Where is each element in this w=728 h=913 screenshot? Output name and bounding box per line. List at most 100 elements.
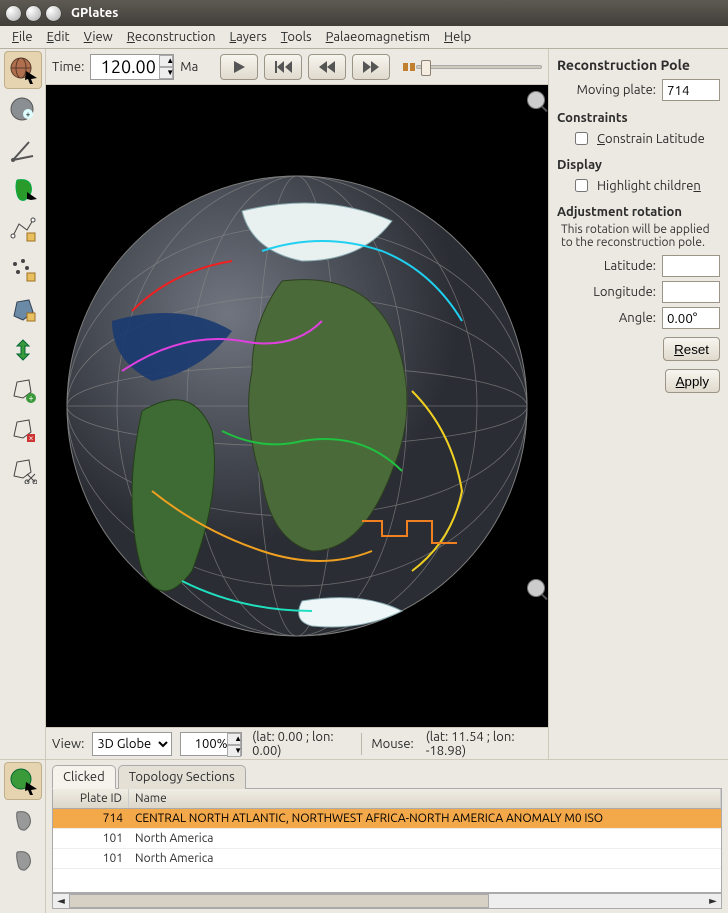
moving-plate-input[interactable] bbox=[662, 79, 720, 101]
cell-plate-id: 714 bbox=[53, 809, 129, 828]
menu-edit[interactable]: Edit bbox=[41, 28, 76, 46]
polygon-move-icon bbox=[9, 296, 37, 324]
menu-view[interactable]: View bbox=[78, 28, 119, 46]
step-forward-icon bbox=[362, 60, 380, 74]
adjustment-heading: Adjustment rotation bbox=[557, 205, 720, 219]
time-label: Time: bbox=[52, 60, 84, 74]
svg-text:+: + bbox=[28, 393, 33, 403]
tool-hand-globe[interactable]: + bbox=[4, 91, 42, 129]
rewind-button[interactable] bbox=[264, 54, 302, 80]
tool-multipoint-edit[interactable] bbox=[4, 251, 42, 289]
tab-clicked[interactable]: Clicked bbox=[52, 765, 116, 789]
slider-thumb[interactable] bbox=[421, 60, 431, 76]
scroll-thumb[interactable] bbox=[69, 894, 489, 908]
time-spin-up[interactable]: ▲ bbox=[159, 55, 173, 67]
tabbar: Clicked Topology Sections bbox=[52, 764, 722, 789]
tool-column: + + × bbox=[0, 49, 46, 759]
zoom-spin-up[interactable]: ▲ bbox=[227, 733, 241, 745]
slider-track[interactable] bbox=[416, 65, 542, 69]
menu-help[interactable]: Help bbox=[438, 28, 477, 46]
view-mode-select[interactable]: 3D Globe bbox=[92, 732, 172, 756]
minimize-icon[interactable] bbox=[26, 6, 41, 21]
constrain-latitude-label: Constrain Latitude bbox=[597, 132, 705, 146]
tool-polygon-delete[interactable]: × bbox=[4, 411, 42, 449]
angle-input[interactable] bbox=[662, 307, 720, 329]
col-name[interactable]: Name bbox=[129, 789, 721, 808]
bottom-panel: Clicked Topology Sections Plate ID Name … bbox=[0, 759, 728, 913]
reset-button[interactable]: Reset bbox=[663, 337, 720, 361]
cell-plate-id: 101 bbox=[53, 829, 129, 848]
cell-name: CENTRAL NORTH ATLANTIC, NORTHWEST AFRICA… bbox=[129, 809, 721, 828]
tool-africa-grey-1[interactable] bbox=[4, 802, 42, 840]
time-slider[interactable] bbox=[396, 60, 542, 74]
tool-africa-add[interactable] bbox=[4, 171, 42, 209]
cell-name: North America bbox=[129, 849, 721, 868]
compass-icon bbox=[9, 136, 37, 164]
separator bbox=[361, 733, 362, 755]
zoom-spinbox[interactable]: ▲ ▼ bbox=[180, 732, 242, 756]
table-row[interactable]: 714 CENTRAL NORTH ATLANTIC, NORTHWEST AF… bbox=[53, 809, 721, 829]
latitude-input[interactable] bbox=[662, 255, 720, 277]
zoom-spin-down[interactable]: ▼ bbox=[227, 745, 241, 757]
multipoint-icon bbox=[9, 256, 37, 284]
time-spinbox[interactable]: ▲ ▼ bbox=[90, 54, 174, 80]
zoom-in-icon[interactable] bbox=[527, 91, 545, 109]
col-plate-id[interactable]: Plate ID bbox=[53, 789, 129, 808]
time-spin-down[interactable]: ▼ bbox=[159, 67, 173, 79]
tool-globe-select[interactable] bbox=[4, 762, 42, 800]
time-unit: Ma bbox=[180, 60, 198, 74]
highlight-children-checkbox[interactable] bbox=[575, 179, 588, 192]
scroll-left-icon[interactable]: ◄ bbox=[53, 895, 69, 907]
arrows-icon bbox=[9, 336, 37, 364]
constrain-latitude-checkbox[interactable] bbox=[575, 132, 588, 145]
tool-compass[interactable] bbox=[4, 131, 42, 169]
polygon-cut-icon bbox=[9, 456, 37, 484]
polygon-delete-icon: × bbox=[9, 416, 37, 444]
tab-topology-sections[interactable]: Topology Sections bbox=[118, 765, 246, 789]
globe-render bbox=[62, 171, 532, 641]
window-buttons bbox=[6, 6, 61, 21]
tool-polygon-add[interactable]: + bbox=[4, 371, 42, 409]
table-row[interactable]: 101 North America bbox=[53, 829, 721, 849]
table-row[interactable]: 101 North America bbox=[53, 849, 721, 869]
bottom-main: Clicked Topology Sections Plate ID Name … bbox=[46, 760, 728, 913]
menubar: File Edit View Reconstruction Layers Too… bbox=[0, 26, 728, 49]
menu-palaeomagnetism[interactable]: Palaeomagnetism bbox=[320, 28, 436, 46]
table-header: Plate ID Name bbox=[53, 789, 721, 809]
menu-tools[interactable]: Tools bbox=[275, 28, 318, 46]
tool-polyline-edit[interactable] bbox=[4, 211, 42, 249]
polyline-icon bbox=[9, 216, 37, 244]
cell-plate-id: 101 bbox=[53, 849, 129, 868]
scroll-right-icon[interactable]: ► bbox=[705, 895, 721, 907]
tool-cursor-globe[interactable] bbox=[4, 51, 42, 89]
view-statusbar: View: 3D Globe ▲ ▼ (lat: 0.00 ; lon: 0.0… bbox=[46, 727, 548, 759]
svg-text:+: + bbox=[25, 110, 30, 119]
highlight-children-label: Highlight children bbox=[597, 179, 701, 193]
table-scrollbar[interactable]: ◄ ► bbox=[52, 893, 722, 909]
svg-text:×: × bbox=[28, 433, 33, 443]
tool-polygon-cut[interactable] bbox=[4, 451, 42, 489]
menu-layers[interactable]: Layers bbox=[224, 28, 273, 46]
moving-plate-label: Moving plate: bbox=[557, 83, 656, 97]
globe-cursor-icon bbox=[9, 56, 37, 84]
globe-viewport[interactable] bbox=[46, 85, 548, 727]
reconstruction-pole-panel: Reconstruction Pole Moving plate: Constr… bbox=[548, 49, 728, 759]
africa-grey-icon bbox=[11, 809, 35, 833]
skip-back-icon bbox=[274, 60, 292, 74]
zoom-out-icon[interactable] bbox=[527, 579, 545, 597]
menu-file[interactable]: File bbox=[6, 28, 39, 46]
cell-name: North America bbox=[129, 829, 721, 848]
step-forward-button[interactable] bbox=[352, 54, 390, 80]
tool-arrows[interactable] bbox=[4, 331, 42, 369]
angle-label: Angle: bbox=[557, 311, 656, 325]
longitude-input[interactable] bbox=[662, 281, 720, 303]
menu-reconstruction[interactable]: Reconstruction bbox=[121, 28, 222, 46]
step-back-button[interactable] bbox=[308, 54, 346, 80]
maximize-icon[interactable] bbox=[46, 6, 61, 21]
close-icon[interactable] bbox=[6, 6, 21, 21]
camera-position: (lat: 0.00 ; lon: 0.00) bbox=[250, 730, 352, 758]
apply-button[interactable]: Apply bbox=[665, 369, 720, 393]
play-button[interactable] bbox=[220, 54, 258, 80]
tool-africa-grey-2[interactable] bbox=[4, 842, 42, 880]
tool-polygon-move[interactable] bbox=[4, 291, 42, 329]
